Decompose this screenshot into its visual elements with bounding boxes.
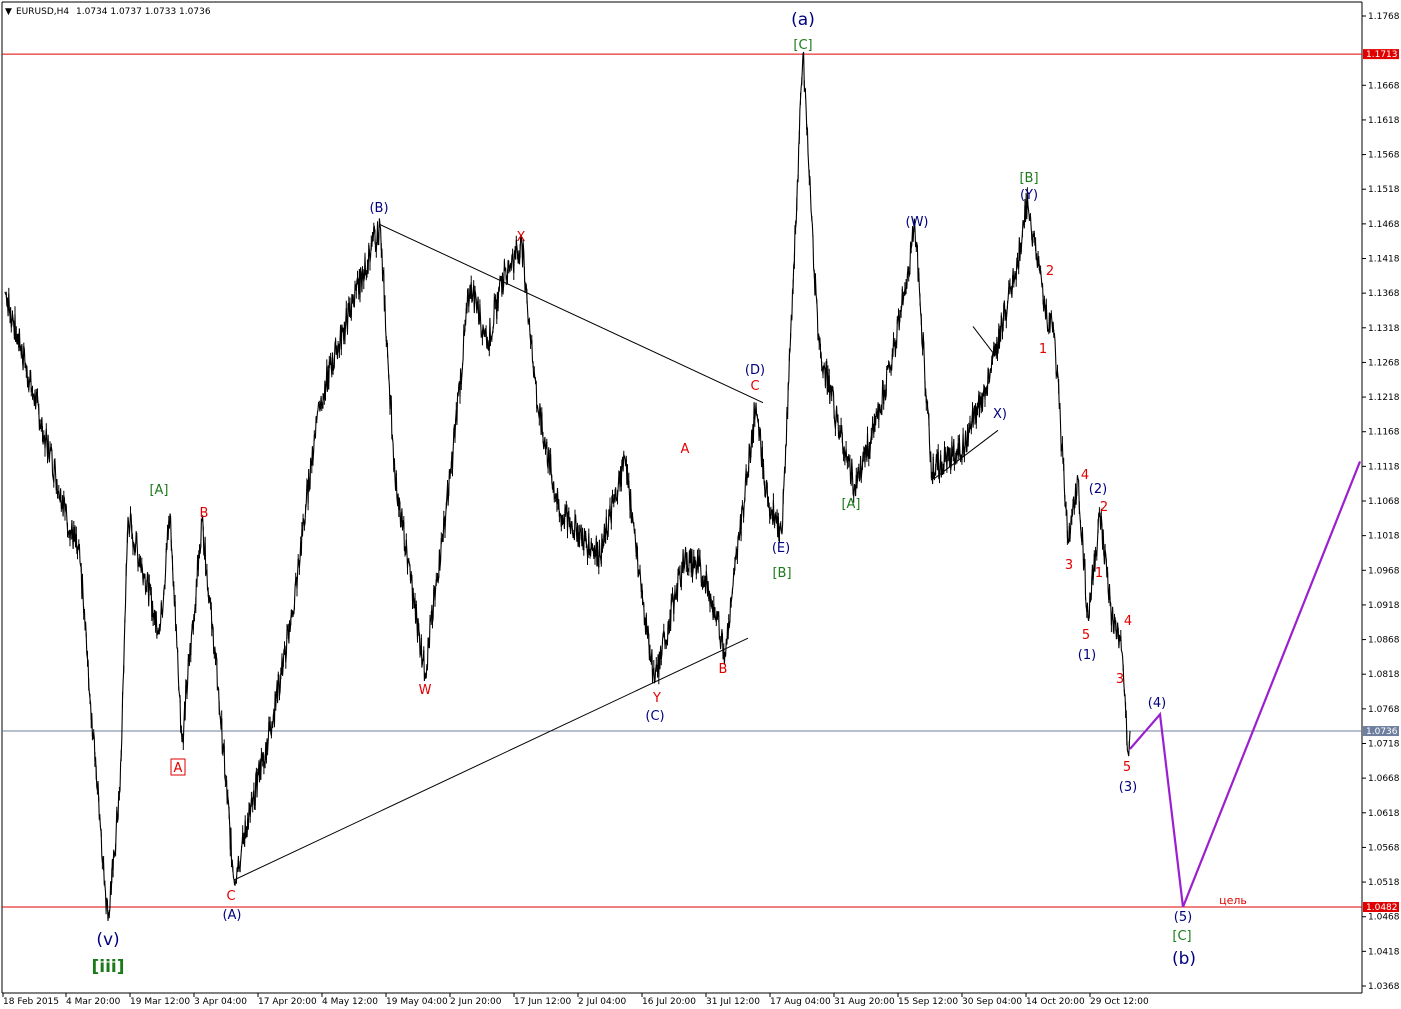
y-tick-label: 1.1468: [1368, 220, 1400, 230]
y-tick-label: 1.1118: [1368, 462, 1400, 472]
wave-label: 3: [1065, 558, 1073, 573]
wave-label: 2: [1046, 264, 1054, 279]
x-tick-label: 30 Sep 04:00: [962, 997, 1022, 1007]
wave-label: 5: [1123, 760, 1131, 775]
x-tick-label: 19 Mar 12:00: [130, 997, 190, 1007]
wave-label: X: [517, 230, 526, 245]
wave-label: (E): [772, 541, 790, 556]
x-tick-label: 17 Jun 12:00: [514, 997, 571, 1007]
wave-label: A: [174, 761, 183, 776]
y-tick-label: 1.0768: [1368, 705, 1400, 715]
wave-label: (C): [645, 709, 664, 724]
chart-svg: ▼ EURUSD,H4 1.0734 1.0737 1.0733 1.0736 …: [0, 0, 1401, 1009]
wave-label: A: [681, 442, 690, 457]
x-tick-label: 18 Feb 2015: [3, 997, 59, 1007]
wave-label: [A]: [841, 497, 860, 512]
y-tick-label: 1.0518: [1368, 878, 1400, 888]
y-tick-label: 1.1418: [1368, 255, 1400, 265]
y-tick-label: 1.0918: [1368, 601, 1400, 611]
wave-label: (B): [369, 201, 388, 216]
price-tag-label: 1.1713: [1366, 50, 1398, 60]
wave-label: цель: [1219, 894, 1247, 907]
x-tick-label: 2 Jul 04:00: [578, 997, 627, 1007]
y-tick-label: 1.0568: [1368, 843, 1400, 853]
y-tick-label: 1.1618: [1368, 116, 1400, 126]
wave-label: (v): [96, 930, 119, 950]
x-tick-label: 19 May 04:00: [386, 997, 448, 1007]
wave-label: (A): [222, 908, 241, 923]
wave-label: 4: [1081, 468, 1089, 483]
wave-label: X): [993, 407, 1007, 422]
x-tick-label: 16 Jul 20:00: [642, 997, 696, 1007]
wave-label: (2): [1089, 482, 1107, 497]
price-tag-label: 1.0736: [1366, 727, 1398, 737]
y-tick-label: 1.0668: [1368, 774, 1400, 784]
x-tick-label: 31 Jul 12:00: [706, 997, 760, 1007]
wave-label: (4): [1148, 696, 1166, 711]
wave-label: (1): [1078, 648, 1096, 663]
y-tick-label: 1.1318: [1368, 324, 1400, 334]
wave-label: W: [419, 683, 432, 698]
wave-label: 3: [1116, 672, 1124, 687]
y-tick-label: 1.1068: [1368, 497, 1400, 507]
wave-label: Y: [652, 691, 661, 706]
y-axis: 1.1768 1.1668 1.1618 1.1568 1.1518 1.1468 1.14…: [1362, 12, 1400, 992]
x-tick-label: 4 Mar 20:00: [66, 997, 121, 1007]
wave-label: [B]: [1019, 171, 1038, 186]
y-tick-label: 1.1218: [1368, 393, 1400, 403]
y-tick-label: 1.1568: [1368, 151, 1400, 161]
y-tick-label: 1.1368: [1368, 289, 1400, 299]
y-tick-label: 1.1268: [1368, 358, 1400, 368]
y-tick-label: 1.0418: [1368, 947, 1400, 957]
chart-title-symbol: EURUSD,H4: [16, 7, 69, 17]
wave-label: C: [750, 379, 759, 394]
x-tick-label: 15 Sep 12:00: [898, 997, 958, 1007]
wave-label: (W): [906, 215, 929, 230]
wave-label: B: [200, 506, 209, 521]
x-tick-label: 14 Oct 20:00: [1026, 997, 1085, 1007]
y-tick-label: 1.1518: [1368, 185, 1400, 195]
y-tick-label: 1.1668: [1368, 81, 1400, 91]
wave-label: [B]: [772, 566, 791, 581]
chart-header-arrow: ▼: [5, 7, 12, 17]
wave-label: (D): [745, 363, 765, 378]
y-tick-label: 1.0968: [1368, 566, 1400, 576]
y-tick-label: 1.1168: [1368, 428, 1400, 438]
wave-label: [C]: [793, 38, 812, 53]
y-tick-label: 1.0718: [1368, 740, 1400, 750]
x-tick-label: 4 May 12:00: [322, 997, 378, 1007]
wave-label: 5: [1082, 628, 1090, 643]
chart-title-ohlc: 1.0734 1.0737 1.0733 1.0736: [76, 7, 211, 17]
wave-label: 4: [1124, 614, 1132, 629]
wave-label: 1: [1039, 342, 1047, 357]
y-tick-label: 1.0818: [1368, 670, 1400, 680]
wave-label: (Y): [1020, 188, 1038, 203]
wave-label: (a): [791, 10, 815, 30]
wave-label: [A]: [149, 483, 168, 498]
wave-label: (3): [1119, 780, 1137, 795]
y-tick-label: 1.0468: [1368, 913, 1400, 923]
wave-label: 1: [1095, 566, 1103, 581]
wave-label: B: [719, 662, 728, 677]
x-tick-label: 2 Jun 20:00: [450, 997, 502, 1007]
price-tag-label: 1.0482: [1366, 903, 1398, 913]
chart: ▼ EURUSD,H4 1.0734 1.0737 1.0733 1.0736 …: [0, 0, 1401, 1009]
wave-label: [iii]: [91, 957, 124, 977]
y-tick-label: 1.0368: [1368, 982, 1400, 992]
wave-label: (5): [1174, 910, 1192, 925]
x-tick-label: 3 Apr 04:00: [194, 997, 247, 1007]
x-tick-label: 17 Aug 04:00: [770, 997, 831, 1007]
wave-label: 2: [1100, 500, 1108, 515]
x-tick-label: 17 Apr 20:00: [258, 997, 317, 1007]
x-tick-label: 29 Oct 12:00: [1090, 997, 1149, 1007]
wave-label: C: [226, 889, 235, 904]
y-tick-label: 1.1768: [1368, 12, 1400, 22]
y-tick-label: 1.1018: [1368, 532, 1400, 542]
x-tick-label: 31 Aug 20:00: [834, 997, 895, 1007]
wave-label: [C]: [1172, 929, 1191, 944]
wave-label: (b): [1172, 949, 1196, 969]
y-tick-label: 1.0618: [1368, 809, 1400, 819]
y-tick-label: 1.0868: [1368, 636, 1400, 646]
